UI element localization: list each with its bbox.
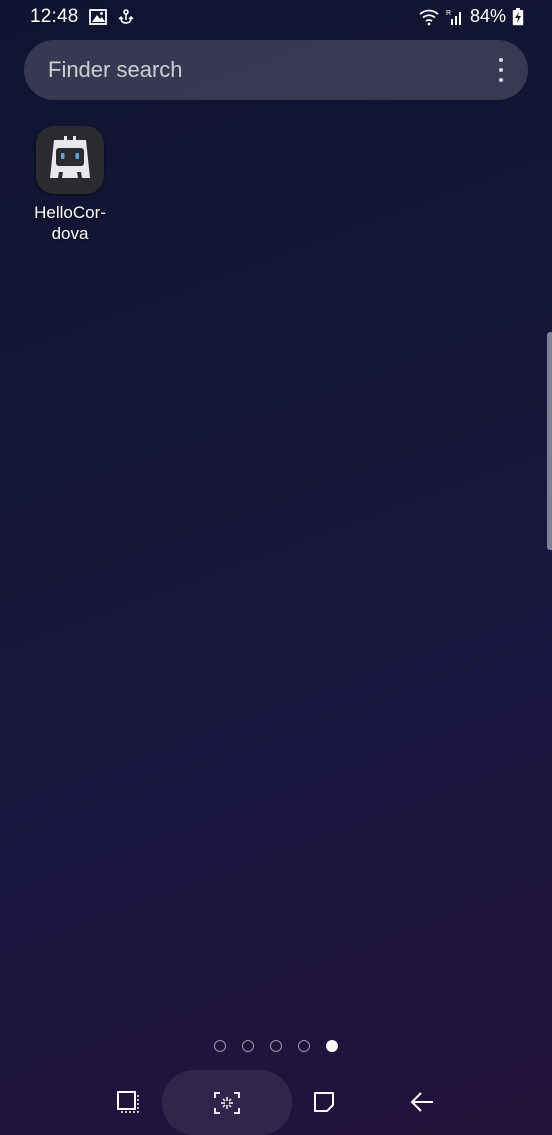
- svg-text:R: R: [446, 10, 451, 17]
- cordova-icon[interactable]: [36, 126, 104, 194]
- status-bar: 12:48 R 84%: [0, 0, 552, 36]
- edge-panel-handle[interactable]: [547, 332, 552, 550]
- back-icon[interactable]: [402, 1082, 442, 1122]
- page-dot[interactable]: [298, 1040, 310, 1052]
- wifi-icon: [418, 8, 440, 26]
- app-hellocordova[interactable]: HelloCor- dova: [24, 126, 116, 244]
- page-dot[interactable]: [242, 1040, 254, 1052]
- battery-percent: 84%: [469, 6, 506, 26]
- page-indicator: [0, 1040, 552, 1052]
- more-vertical-icon[interactable]: [496, 58, 506, 82]
- finder-search-bar[interactable]: Finder search: [24, 40, 528, 100]
- overview-icon[interactable]: [304, 1082, 344, 1122]
- page-dot[interactable]: [214, 1040, 226, 1052]
- sync-icon: [117, 8, 135, 26]
- battery-charging-icon: [512, 7, 524, 26]
- image-icon: [88, 8, 107, 26]
- status-time: 12:48: [30, 6, 79, 27]
- page-dot[interactable]: [270, 1040, 282, 1052]
- search-placeholder: Finder search: [48, 57, 183, 82]
- app-label: HelloCor- dova: [34, 203, 106, 243]
- recents-icon[interactable]: [108, 1082, 148, 1122]
- home-icon: [212, 1090, 242, 1116]
- home-button[interactable]: [162, 1070, 292, 1135]
- status-right: R 84%: [418, 6, 524, 27]
- navigation-bar: [0, 1070, 552, 1135]
- signal-icon: R: [446, 8, 464, 26]
- status-left: 12:48: [30, 6, 135, 28]
- page-dot-active[interactable]: [326, 1040, 338, 1052]
